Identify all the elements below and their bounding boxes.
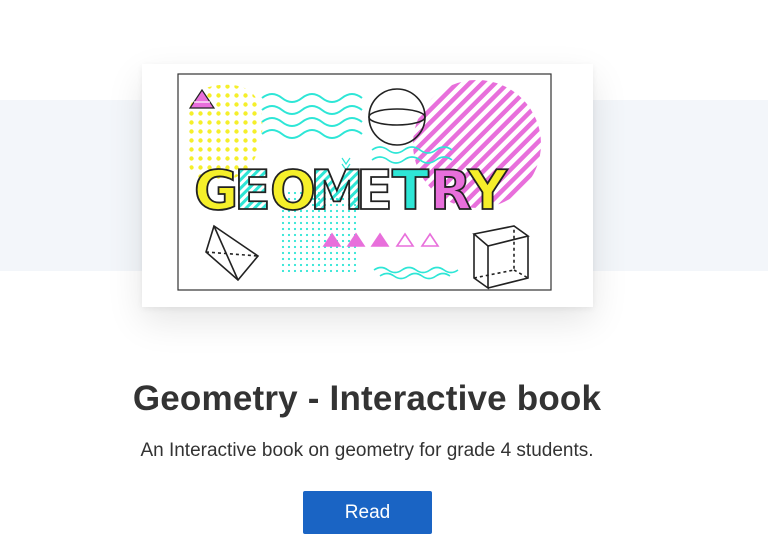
cover-letter-y: Y [467, 159, 508, 222]
cover-letter-g: G [194, 159, 238, 222]
cover-letter-e2: E [356, 159, 393, 222]
book-description: An Interactive book on geometry for grad… [140, 440, 594, 461]
cover-word: G E O M E T R Y [193, 158, 509, 223]
book-cover-card: G E O M E T R Y [142, 64, 593, 307]
book-title: Geometry - Interactive book [132, 379, 602, 418]
cover-letter-e: E [234, 159, 271, 222]
book-cover-image: G E O M E T R Y [177, 73, 552, 291]
cover-letter-t: T [392, 159, 429, 222]
cover-letter-r: R [430, 159, 472, 222]
book-page: G E O M E T R Y Geometry - Interactive b… [0, 0, 768, 559]
read-button[interactable]: Read [303, 491, 432, 534]
